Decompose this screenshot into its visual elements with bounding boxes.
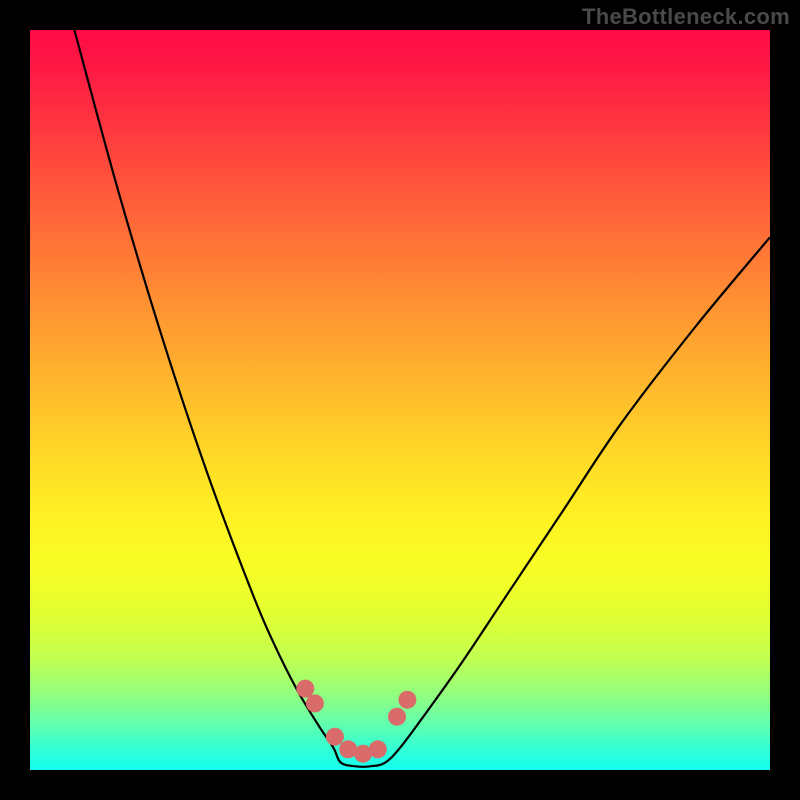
plot-area xyxy=(30,30,770,770)
valley-marker xyxy=(398,691,416,709)
valley-marker xyxy=(388,708,406,726)
curve-svg xyxy=(30,30,770,770)
valley-marker xyxy=(326,728,344,746)
valley-marker xyxy=(306,694,324,712)
chart-frame: TheBottleneck.com xyxy=(0,0,800,800)
bottleneck-curve xyxy=(74,30,770,767)
watermark-label: TheBottleneck.com xyxy=(582,4,790,30)
valley-marker xyxy=(296,680,314,698)
valley-marker xyxy=(369,740,387,758)
